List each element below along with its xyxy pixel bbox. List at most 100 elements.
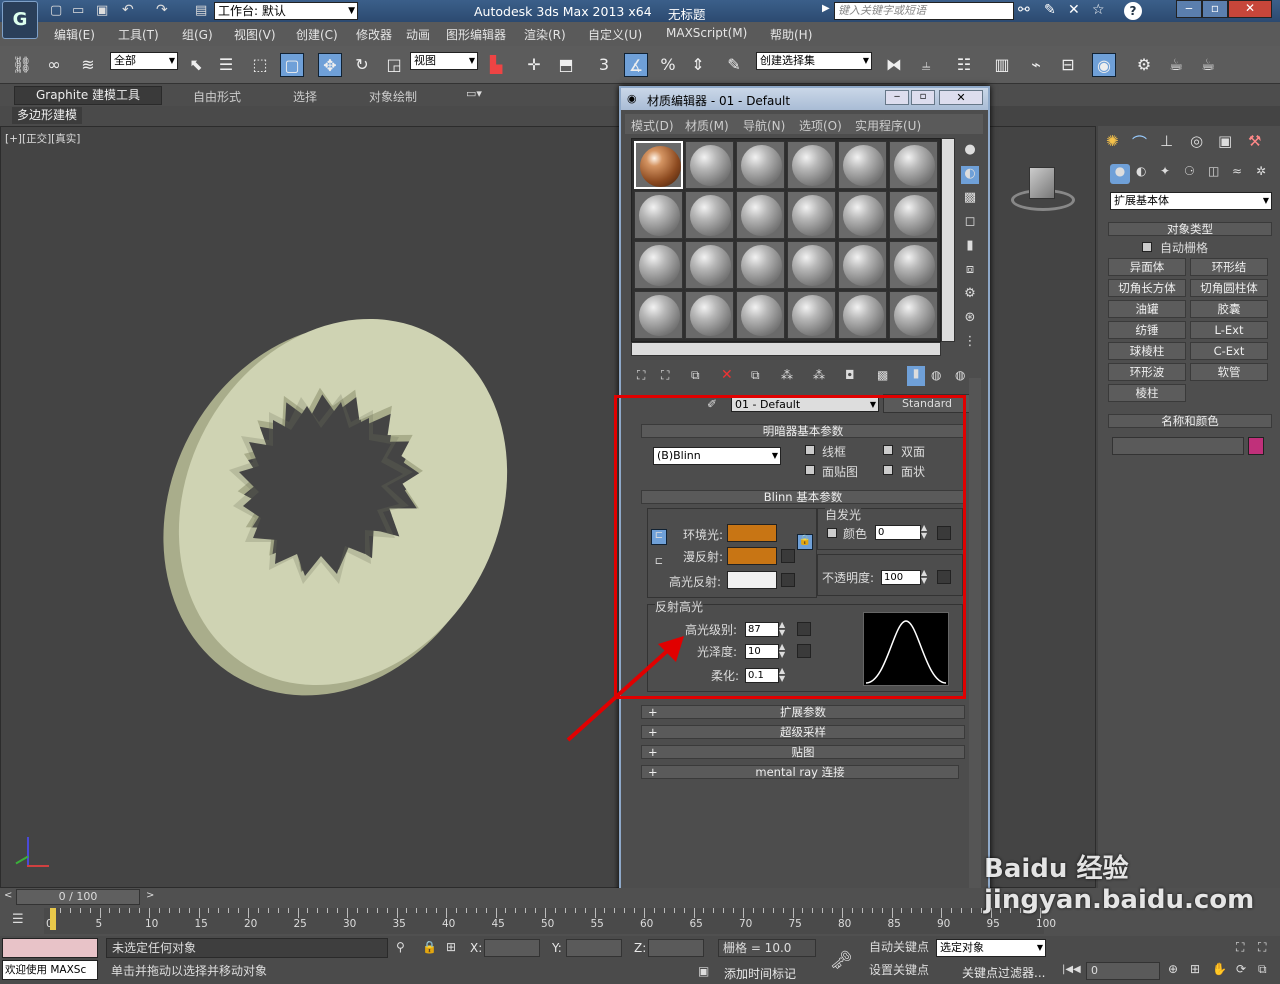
tab-selection[interactable]: 选择	[293, 88, 317, 105]
material-slot[interactable]	[634, 141, 683, 189]
object-type-rollout[interactable]: 对象类型	[1108, 222, 1272, 236]
prev-frame-arrow[interactable]: <	[4, 890, 12, 901]
modify-tab-icon[interactable]: ⌒	[1132, 132, 1147, 153]
y-coord-field[interactable]	[566, 939, 622, 957]
curve-editor-mini-icon[interactable]: ☰	[12, 912, 24, 927]
display-tab-icon[interactable]: ▣	[1218, 132, 1232, 150]
menu-views[interactable]: 视图(V)	[234, 26, 276, 43]
link-icon[interactable]: ⛓	[10, 53, 34, 77]
get-material-icon[interactable]: ⛶	[637, 368, 645, 383]
make-preview-icon[interactable]: ⧈	[961, 262, 979, 280]
mat-maximize-button[interactable]: ▫	[911, 90, 935, 105]
tools-icon[interactable]: ✎	[1044, 2, 1056, 18]
rendered-frame-icon[interactable]: ☕	[1164, 53, 1188, 77]
mat-menu-material[interactable]: 材质(M)	[685, 117, 729, 134]
time-tag-icon[interactable]: ▣	[698, 964, 709, 978]
move-icon[interactable]: ✥	[318, 53, 342, 77]
gengon-button[interactable]: 球棱柱	[1108, 342, 1186, 360]
material-slot[interactable]	[838, 191, 887, 239]
auto-key-button[interactable]: 自动关键点	[866, 938, 932, 958]
material-slot[interactable]	[685, 191, 734, 239]
rotate-icon[interactable]: ↻	[350, 53, 374, 77]
material-id-icon[interactable]: ◘	[845, 368, 855, 382]
oiltank-button[interactable]: 油罐	[1108, 300, 1186, 318]
isolate-icon[interactable]: ⚲	[396, 940, 405, 954]
material-slot[interactable]	[685, 241, 734, 289]
cameras-icon[interactable]: ⚆	[1184, 164, 1195, 178]
bind-space-warp-icon[interactable]: ≋	[76, 53, 100, 77]
percent-snap-icon[interactable]: %	[656, 53, 680, 77]
object-name-field[interactable]	[1112, 437, 1244, 455]
slot-scrollbar-vertical[interactable]	[941, 138, 955, 342]
menu-help[interactable]: 帮助(H)	[770, 26, 812, 43]
maximize-button[interactable]: ▫	[1202, 0, 1228, 18]
menu-rendering[interactable]: 渲染(R)	[524, 26, 566, 43]
material-slot[interactable]	[685, 141, 734, 189]
current-frame-marker[interactable]	[50, 908, 56, 930]
material-slot[interactable]	[634, 241, 683, 289]
named-selection-dropdown[interactable]: 创建选择集	[756, 52, 872, 70]
category-dropdown[interactable]: 扩展基本体	[1110, 192, 1272, 210]
time-slider[interactable]: 0 / 100	[16, 889, 140, 905]
material-slot[interactable]	[787, 191, 836, 239]
go-to-parent-icon[interactable]: ◍	[931, 368, 941, 382]
menu-maxscript[interactable]: MAXScript(M)	[666, 26, 747, 40]
hose-button[interactable]: 软管	[1190, 363, 1268, 381]
c-ext-button[interactable]: C-Ext	[1190, 342, 1268, 360]
material-slot[interactable]	[889, 191, 938, 239]
assign-material-icon[interactable]: ⧉	[691, 368, 700, 383]
menu-modifiers[interactable]: 修改器	[356, 26, 392, 43]
spacewarps-icon[interactable]: ≈	[1232, 164, 1242, 178]
selection-lock-icon[interactable]: 🔒	[422, 940, 437, 954]
project-icon[interactable]: ▤	[195, 3, 207, 18]
material-map-nav-icon[interactable]: ⋮	[961, 334, 979, 352]
copy-material-icon[interactable]: ⧉	[751, 368, 760, 383]
menu-customize[interactable]: 自定义(U)	[588, 26, 642, 43]
search-input[interactable]: 键入关键字或短语	[834, 2, 1014, 20]
mat-menu-options[interactable]: 选项(O)	[799, 117, 842, 134]
menu-graph-editors[interactable]: 图形编辑器	[446, 26, 506, 43]
search-arrow-icon[interactable]: ▶	[822, 3, 830, 14]
material-slot[interactable]	[889, 141, 938, 189]
gear-ring-object[interactable]	[151, 302, 511, 702]
prism-button[interactable]: 棱柱	[1108, 384, 1186, 402]
select-object-icon[interactable]: ⬉	[184, 53, 208, 77]
material-slot[interactable]	[634, 291, 683, 339]
menu-animation[interactable]: 动画	[406, 26, 430, 43]
make-unique-icon[interactable]: ⁂	[781, 368, 793, 382]
put-library-icon[interactable]: ⁂	[813, 368, 825, 382]
name-color-rollout[interactable]: 名称和颜色	[1108, 414, 1272, 428]
put-to-scene-icon[interactable]: ⛶	[661, 368, 669, 383]
maps-rollout[interactable]: + 贴图	[641, 745, 965, 759]
polygon-modeling-panel[interactable]: 多边形建模	[12, 107, 82, 124]
helpers-icon[interactable]: ◫	[1208, 164, 1219, 178]
material-editor-titlebar[interactable]: ◉ 材质编辑器 - 01 - Default ‒ ▫ ✕	[621, 88, 988, 110]
video-color-icon[interactable]: ▮	[961, 238, 979, 256]
render-setup-icon[interactable]: ⚙	[1132, 53, 1156, 77]
pivot-icon[interactable]: ▙	[484, 53, 508, 77]
viewcube-widget[interactable]	[1005, 163, 1077, 213]
ringwave-button[interactable]: 环形波	[1108, 363, 1186, 381]
torus-knot-button[interactable]: 环形结	[1190, 258, 1268, 276]
tab-freeform[interactable]: 自由形式	[193, 88, 241, 105]
keyboard-shortcut-icon[interactable]: ⬒	[554, 53, 578, 77]
mirror-icon[interactable]: ⧓	[882, 53, 906, 77]
shapes-icon[interactable]: ◐	[1136, 164, 1146, 178]
select-by-name-icon[interactable]: ☰	[214, 53, 238, 77]
object-color-swatch[interactable]	[1248, 437, 1264, 455]
menu-edit[interactable]: 编辑(E)	[54, 26, 95, 43]
utilities-tab-icon[interactable]: ⚒	[1248, 132, 1261, 150]
menu-group[interactable]: 组(G)	[182, 26, 213, 43]
maxscript-listener[interactable]	[2, 938, 98, 958]
options-icon[interactable]: ⚙	[961, 286, 979, 304]
favorites-icon[interactable]: ☆	[1092, 2, 1105, 18]
autogrid-checkbox[interactable]	[1142, 242, 1152, 252]
tab-graphite-modeling[interactable]: Graphite 建模工具	[14, 86, 162, 105]
workspace-dropdown[interactable]: 工作台: 默认 ▼	[214, 2, 358, 20]
undo-icon[interactable]: ↶	[122, 2, 134, 18]
material-slot[interactable]	[838, 241, 887, 289]
backlight-icon[interactable]: ◐	[961, 166, 979, 184]
show-map-icon[interactable]: ▩	[877, 368, 888, 382]
add-time-tag[interactable]: 添加时间标记	[724, 965, 796, 982]
mat-close-button[interactable]: ✕	[939, 90, 983, 105]
